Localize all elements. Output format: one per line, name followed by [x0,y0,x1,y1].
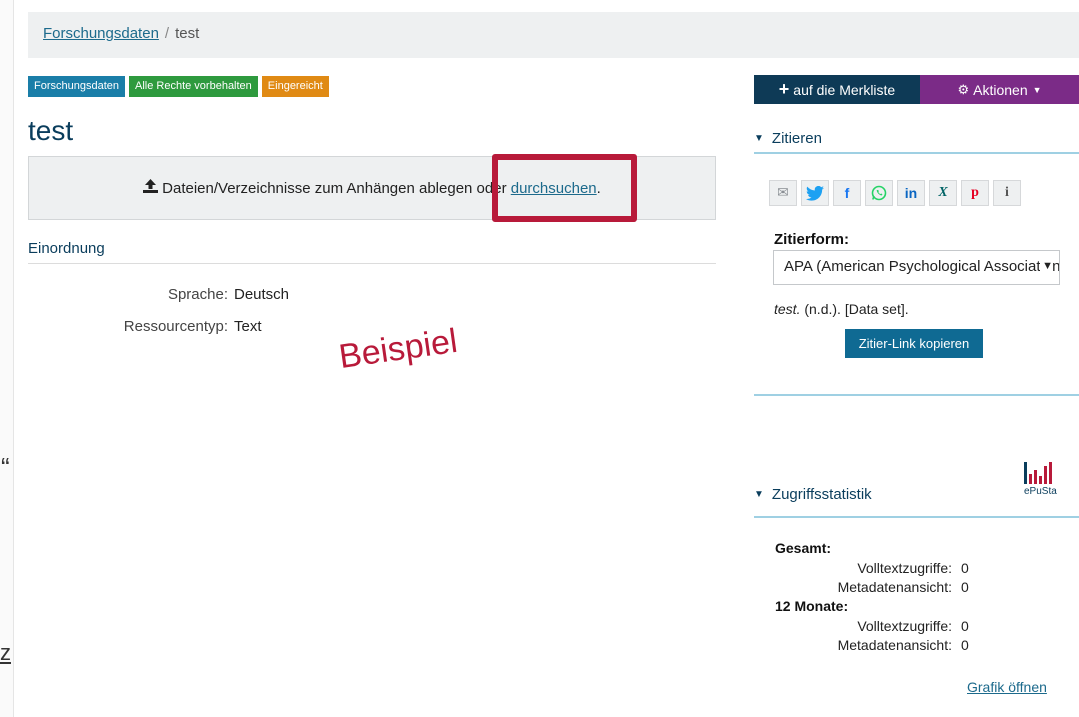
metadata-value: Text [234,318,262,335]
metadata-value: Deutsch [234,286,290,303]
stats-group-total: Gesamt: [775,540,832,556]
facebook-icon[interactable]: f [833,180,861,206]
whatsapp-icon[interactable] [865,180,893,206]
info-icon[interactable]: i [993,180,1021,206]
metadata-label: Ressourcentyp: [123,318,228,335]
badge-status: Eingereicht [261,76,329,97]
stat-value: 0 [961,579,969,595]
pinterest-icon[interactable]: p [961,180,989,206]
background-window-edge [0,0,14,717]
stat-value: 0 [961,618,969,634]
stat-row: Metadatenansicht: 0 [775,637,1075,656]
breadcrumb-link-forschungsdaten[interactable]: Forschungsdaten [43,25,159,42]
metadata-label: Sprache: [167,286,228,303]
stat-row: Metadatenansicht: 0 [775,579,1075,598]
mail-icon[interactable]: ✉ [769,180,797,206]
stat-label: Volltextzugriffe: [857,560,952,576]
section-heading-einordnung: Einordnung [28,240,716,264]
epusta-label: ePuSta [1024,486,1057,497]
metadata-row-sprache: Sprache: Deutsch [28,286,289,303]
file-dropzone[interactable]: Dateien/Verzeichnisse zum Anhängen ableg… [28,156,716,220]
upload-icon [143,179,159,197]
epusta-bars-icon [1024,462,1064,484]
copy-citation-link-button[interactable]: Zitier-Link kopieren [845,329,983,358]
citation-style-select[interactable]: APA (American Psychological Association)… [773,250,1060,285]
stat-label: Metadatenansicht: [837,579,952,595]
background-quote-fragment: “ [1,452,10,482]
citation-panel: ✉ f in X p i Zitierform: APA (American P… [754,160,1079,396]
badge-rights: Alle Rechte vorbehalten [129,76,258,97]
chevron-down-icon: ▼ [754,132,764,144]
breadcrumb-current: test [175,25,200,42]
stat-label: Volltextzugriffe: [857,618,952,634]
caret-down-icon: ▼ [1032,84,1042,95]
share-icons-row: ✉ f in X p i [769,180,1021,206]
metadata-row-ressourcentyp: Ressourcentyp: Text [28,318,262,335]
citation-text: test. (n.d.). [Data set]. [774,301,909,317]
actions-label: Aktionen [973,81,1028,98]
background-link-fragment: z [0,640,11,665]
gear-icon: ⚙ [957,81,970,97]
page-title: test [28,115,74,146]
badge-row: Forschungsdaten Alle Rechte vorbehalten … [28,76,329,97]
section-toggle-zitieren[interactable]: ▼ Zitieren [754,124,1079,154]
access-statistics: Gesamt: Volltextzugriffe: 0 Metadatenans… [775,540,1075,656]
browse-files-link[interactable]: durchsuchen [511,180,597,197]
citation-style-label: Zitierform: [774,231,849,248]
chevron-down-icon: ▼ [1040,260,1053,272]
annotation-label: Beispiel [336,321,460,377]
plus-icon: + [778,79,790,99]
stats-heading: Zugriffsstatistik [771,485,872,503]
badge-forschungsdaten: Forschungsdaten [28,76,125,97]
chevron-down-icon: ▼ [754,488,764,500]
stats-group-12-months: 12 Monate: [775,598,849,614]
twitter-icon[interactable] [801,180,829,206]
dropzone-suffix: . [596,179,601,197]
dropzone-text: Dateien/Verzeichnisse zum Anhängen ableg… [162,179,507,197]
epusta-logo: ePuSta [1024,462,1064,512]
breadcrumb: Forschungsdaten / test [28,12,1079,58]
watchlist-label: auf die Merkliste [793,81,896,98]
stat-value: 0 [961,560,969,576]
xing-icon[interactable]: X [929,180,957,206]
open-chart-link[interactable]: Grafik öffnen [967,679,1047,695]
stat-row: Volltextzugriffe: 0 [775,618,1075,637]
zitieren-heading: Zitieren [771,129,822,147]
add-to-watchlist-button[interactable]: + auf die Merkliste [754,75,920,104]
citation-style-value: APA (American Psychological Association) [784,258,1060,275]
stat-value: 0 [961,637,969,653]
linkedin-icon[interactable]: in [897,180,925,206]
citation-rest: (n.d.). [Data set]. [800,301,909,317]
citation-title: test. [774,301,801,317]
breadcrumb-separator: / [164,25,170,42]
actions-dropdown-button[interactable]: ⚙ Aktionen ▼ [920,75,1079,104]
stat-row: Volltextzugriffe: 0 [775,560,1075,579]
stat-label: Metadatenansicht: [837,637,952,653]
